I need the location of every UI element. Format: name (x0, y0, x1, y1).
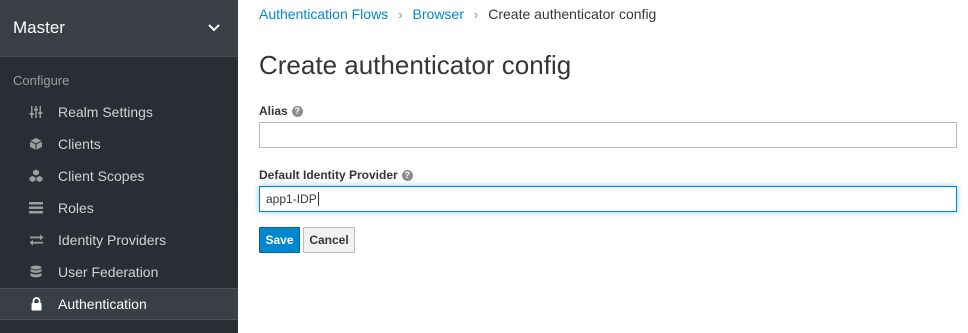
sidebar-item-realm-settings[interactable]: Realm Settings (0, 96, 238, 128)
sidebar-item-label: Roles (58, 200, 94, 216)
cancel-button[interactable]: Cancel (303, 227, 355, 253)
realm-name: Master (13, 18, 65, 37)
breadcrumb-current: Create authenticator config (488, 6, 657, 22)
breadcrumb-link-authentication-flows[interactable]: Authentication Flows (259, 6, 388, 22)
help-icon[interactable]: ? (401, 169, 413, 181)
alias-label-text: Alias (259, 104, 288, 118)
section-configure: Configure (13, 73, 70, 88)
sidebar-item-label: Clients (58, 136, 101, 152)
sidebar-item-label: Client Scopes (58, 168, 145, 184)
alias-input[interactable] (259, 122, 957, 148)
sidebar: Master Configure Realm Settings Clients … (0, 0, 238, 333)
help-icon[interactable]: ? (291, 105, 303, 117)
cubes-icon (27, 167, 45, 185)
sidebar-item-label: Identity Providers (58, 232, 167, 248)
breadcrumb: Authentication Flows › Browser › Create … (259, 5, 656, 23)
idp-input-value: app1-IDP (266, 192, 317, 206)
lock-icon (27, 295, 45, 313)
realm-selector[interactable]: Master (0, 0, 238, 57)
chevron-down-icon (208, 24, 220, 32)
breadcrumb-separator-icon: › (473, 6, 479, 22)
list-icon (27, 199, 45, 217)
sliders-icon (27, 103, 45, 121)
sidebar-item-label: Realm Settings (58, 104, 153, 120)
page-title: Create authenticator config (259, 50, 572, 80)
exchange-icon (27, 231, 45, 249)
sidebar-item-identity-providers[interactable]: Identity Providers (0, 224, 238, 256)
sidebar-item-clients[interactable]: Clients (0, 128, 238, 160)
breadcrumb-link-browser[interactable]: Browser (413, 6, 464, 22)
idp-label-text: Default Identity Provider (259, 168, 398, 182)
sidebar-item-client-scopes[interactable]: Client Scopes (0, 160, 238, 192)
text-caret (317, 192, 319, 206)
sidebar-item-user-federation[interactable]: User Federation (0, 256, 238, 288)
main-content: Authentication Flows › Browser › Create … (238, 0, 968, 333)
sidebar-item-label: User Federation (58, 264, 159, 280)
cube-icon (27, 135, 45, 153)
alias-label: Alias ? (259, 104, 303, 118)
breadcrumb-separator-icon: › (398, 6, 403, 22)
sidebar-item-authentication[interactable]: Authentication (0, 288, 238, 320)
default-identity-provider-input[interactable]: app1-IDP (259, 186, 957, 212)
save-button[interactable]: Save (259, 227, 300, 253)
sidebar-item-roles[interactable]: Roles (0, 192, 238, 224)
idp-label: Default Identity Provider ? (259, 168, 413, 182)
sidebar-item-label: Authentication (58, 296, 147, 312)
database-icon (27, 263, 45, 281)
